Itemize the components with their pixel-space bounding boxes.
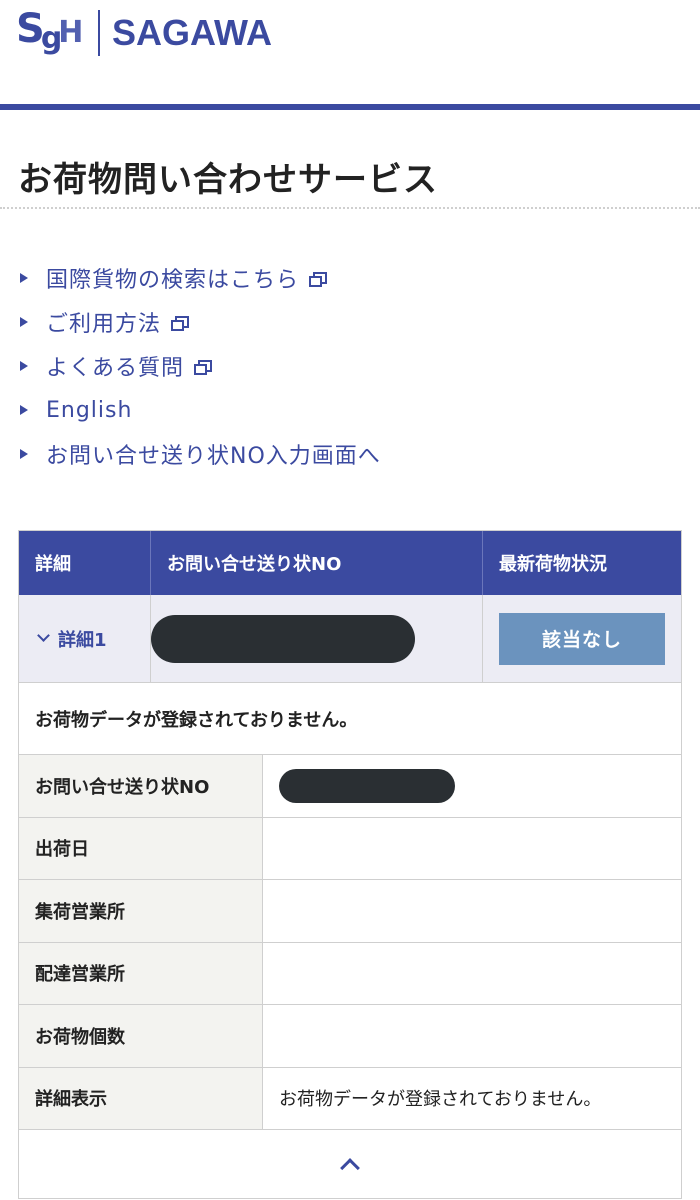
- bullet-triangle-icon: [20, 449, 28, 459]
- tracking-result-table: 詳細 お問い合せ送り状NO 最新荷物状況 詳細1 該当なし お荷物データが登録さ…: [18, 530, 682, 1199]
- link-list: 国際貨物の検索はこちら ご利用方法 よくある質問 English お問い合せ送り…: [20, 256, 381, 476]
- header-status: 最新荷物状況: [499, 554, 607, 575]
- detail-value: [263, 755, 681, 817]
- detail-label: 詳細表示: [19, 1067, 263, 1129]
- external-link-icon: [171, 315, 190, 331]
- detail-label: 集荷営業所: [19, 880, 263, 942]
- sagawa-logo[interactable]: SgH SAGAWA: [16, 6, 316, 58]
- page-title: お荷物問い合わせサービス: [18, 160, 438, 200]
- no-data-message: お荷物データが登録されておりません。: [19, 683, 681, 755]
- detail-toggle[interactable]: 詳細1: [19, 595, 151, 682]
- sgh-logo-mark: SgH: [16, 6, 83, 56]
- chevron-up-icon: [340, 1158, 360, 1178]
- table-row: 集荷営業所: [19, 880, 681, 943]
- link-item-english: English: [20, 388, 381, 432]
- status-cell: 該当なし: [483, 595, 681, 682]
- table-row: 配達営業所: [19, 942, 681, 1005]
- detail-value: お荷物データが登録されておりません。: [263, 1067, 681, 1129]
- detail-value: [263, 880, 681, 942]
- external-link-icon: [309, 271, 328, 287]
- table-row: お問い合せ送り状NO: [19, 755, 681, 818]
- detail-label: お問い合せ送り状NO: [19, 755, 263, 817]
- header-tracking-no: お問い合せ送り状NO: [151, 531, 483, 595]
- tracking-no-cell: [151, 595, 483, 682]
- logo-divider: [98, 10, 100, 56]
- international-cargo-search-link[interactable]: 国際貨物の検索はこちら: [46, 262, 299, 294]
- bullet-triangle-icon: [20, 361, 28, 371]
- link-item-usage: ご利用方法: [20, 300, 381, 344]
- collapse-toggle[interactable]: [19, 1130, 681, 1198]
- tracking-input-screen-link[interactable]: お問い合せ送り状NO入力画面へ: [46, 438, 381, 470]
- detail-value: [263, 1005, 681, 1067]
- link-item-international: 国際貨物の検索はこちら: [20, 256, 381, 300]
- detail-label: 出荷日: [19, 817, 263, 879]
- external-link-icon: [194, 359, 213, 375]
- faq-link[interactable]: よくある質問: [46, 350, 184, 382]
- table-row: お荷物個数: [19, 1005, 681, 1068]
- logo-text: SAGAWA: [112, 12, 273, 53]
- site-header: SgH SAGAWA: [0, 0, 700, 104]
- title-divider: [0, 207, 700, 209]
- link-item-input-screen: お問い合せ送り状NO入力画面へ: [20, 432, 381, 476]
- detail-value: [263, 817, 681, 879]
- header-detail: 詳細: [19, 531, 151, 595]
- chevron-down-icon: [37, 629, 50, 642]
- english-link[interactable]: English: [46, 398, 132, 423]
- detail-value: [263, 942, 681, 1004]
- usage-guide-link[interactable]: ご利用方法: [46, 306, 161, 338]
- table-row-summary: 詳細1 該当なし: [19, 595, 681, 683]
- header-accent-bar: [0, 104, 700, 110]
- link-item-faq: よくある質問: [20, 344, 381, 388]
- detail-label: お荷物個数: [19, 1005, 263, 1067]
- table-row: 詳細表示 お荷物データが登録されておりません。: [19, 1067, 681, 1130]
- detail-label: 配達営業所: [19, 942, 263, 1004]
- redacted-tracking-number: [151, 614, 415, 663]
- bullet-triangle-icon: [20, 273, 28, 283]
- bullet-triangle-icon: [20, 405, 28, 415]
- bullet-triangle-icon: [20, 317, 28, 327]
- redacted-tracking-number: [279, 768, 455, 803]
- table-header: 詳細 お問い合せ送り状NO 最新荷物状況: [19, 531, 681, 595]
- table-row: 出荷日: [19, 817, 681, 880]
- status-button[interactable]: 該当なし: [499, 612, 665, 665]
- detail-toggle-label: 詳細1: [58, 629, 107, 651]
